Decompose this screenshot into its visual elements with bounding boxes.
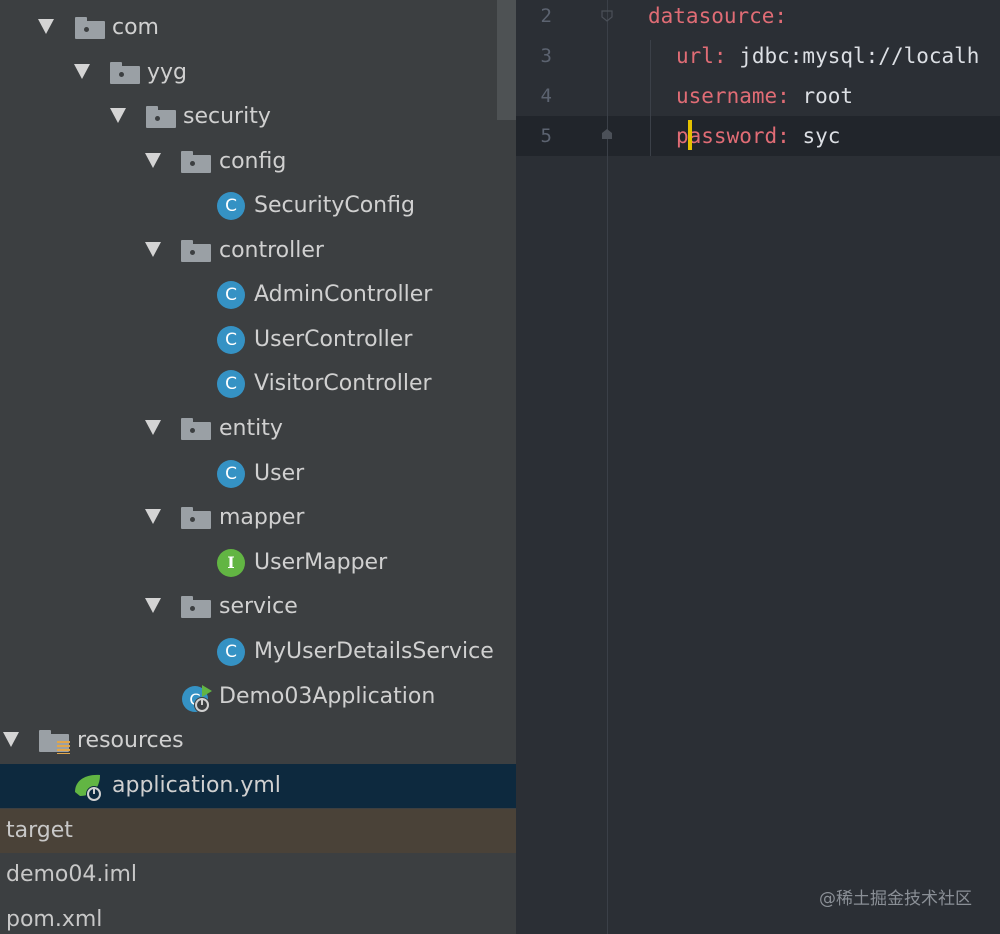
indent-guide [650,40,651,156]
expand-arrow-icon[interactable] [145,598,161,613]
tree-row-security-config[interactable]: C SecurityConfig [0,184,516,228]
tree-label: UserController [254,327,413,352]
yaml-key: username: [676,84,790,108]
tree-label: UserMapper [254,550,388,575]
tree-label: pom.xml [6,907,103,932]
java-class-icon: C [217,460,245,488]
tree-label: yyg [147,60,188,85]
tree-label: demo04.iml [6,862,138,887]
tree-label: Demo03Application [219,684,436,709]
code-line: username: root [676,76,853,116]
tree-label: MyUserDetailsService [254,639,494,664]
tree-row-resources[interactable]: resources [0,719,516,763]
tree-label: service [219,594,298,619]
expand-arrow-icon[interactable] [3,732,19,747]
project-tool-window: com yyg security config C SecurityConfig… [0,0,516,934]
expand-arrow-icon[interactable] [145,509,161,524]
tree-row-entity[interactable]: entity [0,407,516,451]
fold-marker-icon[interactable] [601,10,613,22]
line-number: 4 [540,85,552,107]
tree-row-mapper[interactable]: mapper [0,496,516,540]
tree-row-pom-xml[interactable]: pom.xml [0,898,516,934]
line-number: 3 [540,45,552,67]
spring-config-icon [75,774,102,802]
tree-label: controller [219,238,324,263]
tree-row-user[interactable]: C User [0,452,516,496]
package-folder-icon [181,240,211,262]
gutter-separator [607,0,608,934]
package-folder-icon [181,151,211,173]
expand-arrow-icon[interactable] [38,19,54,34]
expand-arrow-icon[interactable] [145,153,161,168]
package-folder-icon [181,507,211,529]
java-class-icon: C [217,326,245,354]
tree-label: User [254,461,305,486]
code-line: url: jdbc:mysql://localh [676,36,979,76]
tree-label: VisitorController [254,371,432,396]
code-line: password: syc [676,116,840,156]
package-folder-icon [181,596,211,618]
yaml-value: syc [789,124,841,148]
java-class-icon: C [217,281,245,309]
tree-label: security [183,104,271,129]
tree-row-my-user-details-service[interactable]: C MyUserDetailsService [0,630,516,674]
java-class-icon: C [217,370,245,398]
yaml-key: password: [676,124,790,148]
tree-row-yyg[interactable]: yyg [0,51,516,95]
code-editor[interactable]: 2 datasource: 3 url: jdbc:mysql://localh… [516,0,1000,934]
expand-arrow-icon[interactable] [110,108,126,123]
tree-row-security[interactable]: security [0,95,516,139]
tree-row-user-controller[interactable]: C UserController [0,318,516,362]
tree-row-admin-controller[interactable]: C AdminController [0,273,516,317]
expand-arrow-icon[interactable] [145,420,161,435]
tree-row-demo03-application[interactable]: C Demo03Application [0,675,516,719]
line-number: 2 [540,5,552,27]
resources-folder-icon [39,730,70,754]
tree-label: target [6,818,73,843]
tree-label: application.yml [112,773,281,798]
tree-label: AdminController [254,282,433,307]
spring-boot-app-icon: C [182,685,212,713]
tree-row-controller[interactable]: controller [0,229,516,273]
package-folder-icon [75,17,105,39]
tree-row-com[interactable]: com [0,6,516,50]
yaml-key: datasource: [648,4,788,28]
yaml-key: url: [676,44,727,68]
java-class-icon: C [217,192,245,220]
package-folder-icon [110,62,140,84]
expand-arrow-icon[interactable] [145,242,161,257]
tree-row-config[interactable]: config [0,140,516,184]
expand-arrow-icon[interactable] [74,64,90,79]
tree-row-user-mapper[interactable]: I UserMapper [0,541,516,585]
tree-label: config [219,149,287,174]
tree-row-demo04-iml[interactable]: demo04.iml [0,853,516,897]
yaml-value: jdbc:mysql://localh [726,44,980,68]
package-folder-icon [181,418,211,440]
java-class-icon: C [217,638,245,666]
tree-label: mapper [219,505,305,530]
package-folder-icon [146,106,176,128]
fold-end-marker-icon[interactable] [601,128,613,140]
yaml-value: root [789,84,854,108]
line-number: 5 [540,125,552,147]
tree-row-application-yml[interactable]: application.yml [0,764,516,808]
tree-row-target[interactable]: target [0,809,516,853]
watermark: @稀土掘金技术社区 [819,889,972,909]
tree-row-service[interactable]: service [0,585,516,629]
tree-label: entity [219,416,283,441]
tree-label: resources [77,728,184,753]
tree-label: SecurityConfig [254,193,415,218]
tree-row-visitor-controller[interactable]: C VisitorController [0,362,516,406]
java-interface-icon: I [217,549,245,577]
text-cursor [688,120,692,150]
tree-label: com [112,15,159,40]
